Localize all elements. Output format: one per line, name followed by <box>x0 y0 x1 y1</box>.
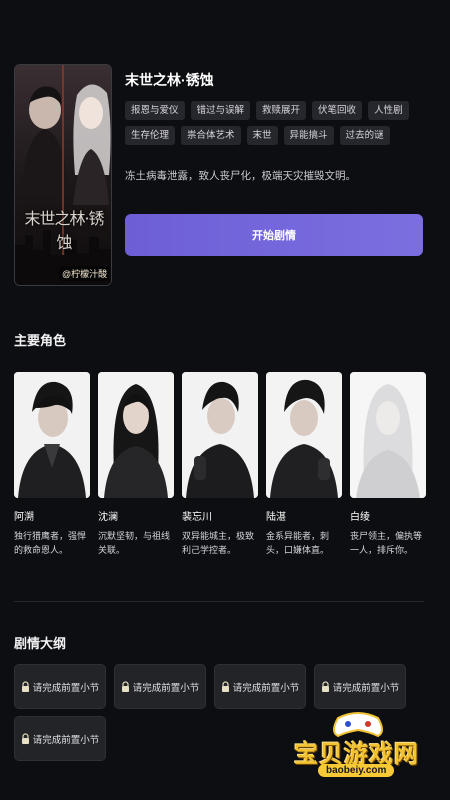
tag-list: 报恩与爱仪 错过与误解 救赎展开 伏笔回收 人性剧 生存伦理 祟合体艺术 末世 … <box>125 101 425 145</box>
cover-title: 末世之林·锈蚀 <box>24 209 104 252</box>
character-list: 阿溯 独行猎鹰者，强悍的救命恩人。 沈澜 沉默坚韧，与祖线关联。 裴忘川 双异能… <box>14 372 426 557</box>
watermark-url: baobeiy.com <box>318 764 395 777</box>
tag: 异能搞斗 <box>283 126 334 145</box>
character-portrait <box>266 372 342 498</box>
character-portrait <box>98 372 174 498</box>
character-name: 裴忘川 <box>182 512 212 523</box>
locked-chapter-button[interactable]: 请完成前置小节 <box>214 664 306 709</box>
chapter-label: 请完成前置小节 <box>32 734 100 746</box>
character-card[interactable]: 沈澜 沉默坚韧，与祖线关联。 <box>98 372 174 557</box>
lock-icon <box>21 681 30 692</box>
character-card[interactable]: 裴忘川 双异能城主，极致利己学控者。 <box>182 372 258 557</box>
locked-chapter-button[interactable]: 请完成前置小节 <box>14 664 106 709</box>
character-card[interactable]: 陆湛 金系异能者，刺头，口嫌体直。 <box>266 372 342 557</box>
character-description: 丧尸领主，偏执等一人，排斥你。 <box>350 531 423 555</box>
lock-icon <box>321 681 330 692</box>
book-description: 冻土病毒泄露，致人丧尸化，极端天灾摧毁文明。 <box>125 170 356 182</box>
watermark: 宝贝游戏网 baobeiy.com <box>288 708 438 788</box>
lock-icon <box>21 733 30 744</box>
character-description: 双异能城主，极致利己学控者。 <box>182 531 255 555</box>
tag: 人性剧 <box>368 101 409 120</box>
character-card[interactable]: 白绫 丧尸领主，偏执等一人，排斥你。 <box>350 372 426 557</box>
tag: 报恩与爱仪 <box>125 101 185 120</box>
tag: 生存伦理 <box>125 126 176 145</box>
tag: 错过与误解 <box>190 101 251 120</box>
lock-icon <box>221 681 230 692</box>
cover-author: @柠檬汁酸 <box>59 266 111 281</box>
locked-chapter-button[interactable]: 请完成前置小节 <box>114 664 206 709</box>
character-portrait <box>350 372 426 498</box>
locked-chapter-button[interactable]: 请完成前置小节 <box>14 716 106 761</box>
character-description: 独行猎鹰者，强悍的救命恩人。 <box>14 531 87 555</box>
chapter-label: 请完成前置小节 <box>32 682 100 694</box>
tag: 祟合体艺术 <box>181 126 241 145</box>
character-description: 金系异能者，刺头，口嫌体直。 <box>266 531 330 555</box>
locked-chapter-button[interactable]: 请完成前置小节 <box>314 664 406 709</box>
tag: 末世 <box>246 126 278 145</box>
book-cover: 末世之林·锈蚀 @柠檬汁酸 <box>14 64 112 286</box>
chapter-label: 请完成前置小节 <box>132 682 200 694</box>
start-story-button[interactable]: 开始剧情 <box>125 214 423 256</box>
tag: 过去的谜 <box>339 126 390 145</box>
character-portrait <box>14 372 90 498</box>
chapter-label: 请完成前置小节 <box>232 682 300 694</box>
chapter-label: 请完成前置小节 <box>332 682 400 694</box>
character-card[interactable]: 阿溯 独行猎鹰者，强悍的救命恩人。 <box>14 372 90 557</box>
character-name: 白绫 <box>350 512 370 523</box>
section-divider <box>14 601 424 602</box>
character-name: 陆湛 <box>266 512 286 523</box>
character-name: 阿溯 <box>14 512 34 523</box>
book-info: 末世之林·锈蚀 报恩与爱仪 错过与误解 救赎展开 伏笔回收 人性剧 生存伦理 祟… <box>125 64 425 183</box>
character-name: 沈澜 <box>98 512 118 523</box>
book-title: 末世之林·锈蚀 <box>125 72 214 88</box>
characters-section-title: 主要角色 <box>14 333 67 348</box>
tag: 救赎展开 <box>256 101 307 120</box>
tag: 伏笔回收 <box>312 101 363 120</box>
character-portrait <box>182 372 258 498</box>
character-description: 沉默坚韧，与祖线关联。 <box>98 531 171 555</box>
book-header: 末世之林·锈蚀 @柠檬汁酸 末世之林·锈蚀 报恩与爱仪 错过与误解 救赎展开 伏… <box>14 64 438 288</box>
lock-icon <box>121 681 130 692</box>
plot-section-title: 剧情大纲 <box>14 636 67 651</box>
